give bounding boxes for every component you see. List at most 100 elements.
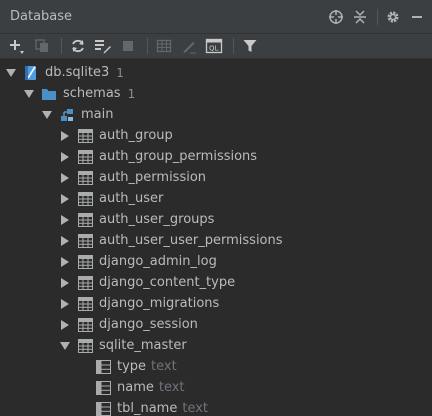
table-label: auth_user_groups [99,212,214,227]
header-separator [377,9,378,25]
table-label: auth_permission [99,170,206,185]
refresh-icon [70,38,86,54]
toolbar-separator [233,38,234,54]
collapse-icon[interactable] [351,8,369,26]
table-node-auth-group-permissions[interactable]: auth_group_permissions [0,146,432,167]
db-label: db.sqlite3 [45,65,109,80]
table-node-django-admin-log[interactable]: django_admin_log [0,251,432,272]
collapsed-arrow-icon[interactable] [59,256,71,268]
table-node-auth-user-groups[interactable]: auth_user_groups [0,209,432,230]
collapsed-arrow-icon[interactable] [59,172,71,184]
table-icon [77,212,93,228]
table-editor-button[interactable] [153,35,175,57]
table-icon [77,296,93,312]
table-node-auth-user-user-permissions[interactable]: auth_user_user_permissions [0,230,432,251]
column-icon [95,359,111,375]
table-label: django_admin_log [99,254,217,269]
column-type: text [159,380,185,395]
tree-node-schemas[interactable]: schemas 1 [0,83,432,104]
table-editor-icon [156,38,172,54]
table-icon [77,191,93,207]
database-tree: db.sqlite3 1 schemas 1 main auth_group a… [0,58,432,416]
toolbar-separator [61,38,62,54]
table-label: auth_user [99,191,163,206]
table-node-django-session[interactable]: django_session [0,314,432,335]
tree-node-main[interactable]: main [0,104,432,125]
column-label: name [117,380,154,395]
crosshair-icon[interactable] [327,8,345,26]
sqlite-icon [23,65,39,81]
collapsed-arrow-icon[interactable] [59,193,71,205]
collapsed-arrow-icon[interactable] [59,214,71,226]
table-label: django_migrations [99,296,219,311]
column-node-type[interactable]: type text [0,356,432,377]
column-label: tbl_name [117,401,177,416]
table-icon [77,128,93,144]
collapsed-arrow-icon[interactable] [59,298,71,310]
table-node-auth-group[interactable]: auth_group [0,125,432,146]
toolbar: QL [0,34,432,58]
sql-console-icon: QL [205,38,223,54]
schemas-label: schemas [63,86,121,101]
table-label: auth_group [99,128,173,143]
table-label: auth_group_permissions [99,149,257,164]
stop-icon [121,39,135,53]
panel-header: Database [0,0,432,34]
table-icon [77,275,93,291]
duplicate-icon [34,38,50,54]
table-icon [77,233,93,249]
panel-title: Database [10,9,72,24]
collapsed-arrow-icon[interactable] [59,130,71,142]
db-count: 1 [116,66,124,80]
tree-node-db[interactable]: db.sqlite3 1 [0,62,432,83]
sql-console-label: QL [209,45,219,53]
column-node-name[interactable]: name text [0,377,432,398]
table-icon [77,317,93,333]
edit-button[interactable] [178,35,200,57]
add-button[interactable] [6,35,28,57]
column-icon [95,380,111,396]
column-icon [95,401,111,416]
table-node-auth-permission[interactable]: auth_permission [0,167,432,188]
folder-icon [41,86,57,102]
filter-button[interactable] [239,35,261,57]
expanded-arrow-icon[interactable] [23,88,35,100]
panel-header-tools [321,8,426,26]
main-label: main [81,107,113,122]
column-node-tbl-name[interactable]: tbl_name text [0,398,432,416]
properties-button[interactable] [92,35,114,57]
stop-button[interactable] [117,35,139,57]
table-node-django-migrations[interactable]: django_migrations [0,293,432,314]
filter-icon [242,38,258,54]
table-node-django-content-type[interactable]: django_content_type [0,272,432,293]
properties-icon [94,38,112,54]
gear-icon[interactable] [384,8,402,26]
collapsed-arrow-icon[interactable] [59,151,71,163]
expanded-arrow-icon[interactable] [41,109,53,121]
expanded-arrow-icon[interactable] [5,67,17,79]
add-icon [8,37,26,55]
table-icon [77,254,93,270]
table-icon [77,170,93,186]
refresh-button[interactable] [67,35,89,57]
sql-console-button[interactable]: QL [203,35,225,57]
column-label: type [117,359,146,374]
table-icon [77,149,93,165]
table-icon [77,338,93,354]
table-label: django_session [99,317,198,332]
table-label: sqlite_master [99,338,187,353]
schema-icon [59,107,75,123]
table-label: auth_user_user_permissions [99,233,283,248]
collapsed-arrow-icon[interactable] [59,319,71,331]
collapsed-arrow-icon[interactable] [59,235,71,247]
hide-icon[interactable] [408,8,426,26]
duplicate-button[interactable] [31,35,53,57]
toolbar-separator [147,38,148,54]
edit-icon [181,38,197,54]
table-node-sqlite-master[interactable]: sqlite_master [0,335,432,356]
expanded-arrow-icon[interactable] [59,340,71,352]
table-node-auth-user[interactable]: auth_user [0,188,432,209]
schemas-count: 1 [128,87,136,101]
table-label: django_content_type [99,275,235,290]
collapsed-arrow-icon[interactable] [59,277,71,289]
